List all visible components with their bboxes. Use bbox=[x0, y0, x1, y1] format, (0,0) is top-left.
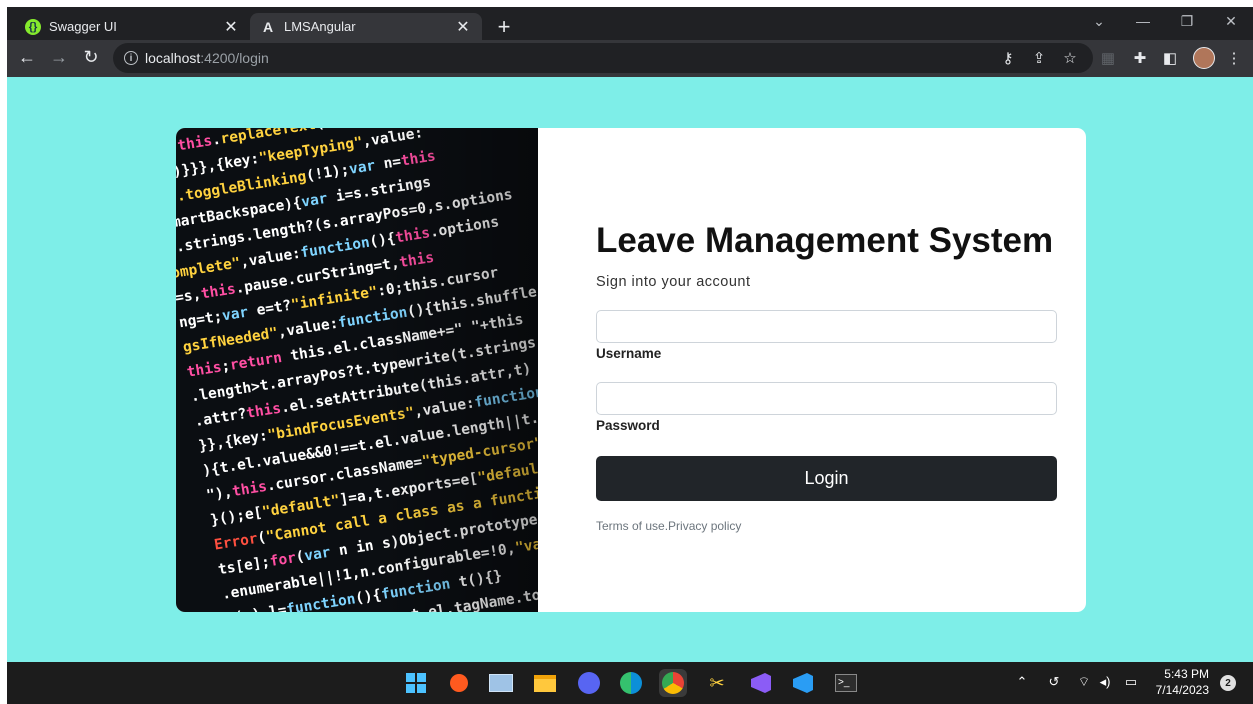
profile-avatar[interactable] bbox=[1193, 47, 1215, 69]
screen: {} Swagger UI ✕ A LMSAngular ✕ + ⌄ — ❐ ✕… bbox=[7, 7, 1253, 704]
side-panel-icon[interactable]: ◧ bbox=[1159, 49, 1181, 67]
edge-icon[interactable] bbox=[617, 669, 645, 697]
windows-taskbar: ✂ >_ ⌃ ↺ ⌔ ◂) ▭ 5:43 PM 7/14/2023 2 bbox=[7, 662, 1253, 704]
wifi-icon[interactable]: ⌔ bbox=[1074, 674, 1094, 690]
menu-kebab-icon[interactable]: ⋮ bbox=[1223, 49, 1245, 67]
tab-title: LMSAngular bbox=[284, 19, 356, 34]
password-input[interactable] bbox=[596, 382, 1057, 415]
extension-app-icon[interactable]: ▦ bbox=[1097, 49, 1119, 67]
start-icon[interactable] bbox=[402, 669, 430, 697]
swagger-icon: {} bbox=[25, 18, 41, 35]
extensions-puzzle-icon[interactable]: ✚ bbox=[1129, 49, 1151, 67]
clock-date: 7/14/2023 bbox=[1155, 683, 1209, 697]
clock-time: 5:43 PM bbox=[1164, 667, 1209, 681]
tab-lmsangular[interactable]: A LMSAngular ✕ bbox=[250, 13, 482, 40]
url-host: localhost bbox=[145, 50, 201, 66]
address-bar[interactable]: i localhost:4200/login bbox=[113, 43, 1093, 73]
username-input[interactable] bbox=[596, 310, 1057, 343]
terminal-icon[interactable]: >_ bbox=[832, 669, 860, 697]
new-tab-button[interactable]: + bbox=[492, 14, 516, 40]
privacy-policy-link[interactable]: Privacy policy bbox=[668, 519, 741, 533]
angular-icon: A bbox=[262, 18, 274, 35]
footer-links: Terms of use.Privacy policy bbox=[596, 519, 741, 533]
login-card: ,e);this.repos,s)}),n)},n)}}) 0),this.re… bbox=[176, 128, 1086, 612]
tab-title: Swagger UI bbox=[49, 19, 117, 34]
system-clock[interactable]: 5:43 PM 7/14/2023 bbox=[1153, 666, 1209, 698]
chrome-icon[interactable] bbox=[659, 669, 687, 697]
password-key-icon[interactable]: ⚷ bbox=[997, 49, 1019, 67]
terms-of-use-link[interactable]: Terms of use. bbox=[596, 519, 668, 533]
battery-icon[interactable]: ▭ bbox=[1121, 674, 1141, 690]
page-title: Leave Management System bbox=[596, 221, 1054, 260]
login-button[interactable]: Login bbox=[596, 456, 1057, 501]
close-icon[interactable]: ✕ bbox=[222, 17, 240, 37]
backup-icon[interactable]: ↺ bbox=[1044, 674, 1064, 690]
photos-icon[interactable] bbox=[487, 669, 515, 697]
vscode-icon[interactable] bbox=[789, 669, 817, 697]
bookmark-star-icon[interactable]: ☆ bbox=[1059, 49, 1081, 67]
visual-studio-icon[interactable] bbox=[747, 669, 775, 697]
dev-tools-icon[interactable]: ✂ bbox=[703, 669, 731, 697]
forward-icon[interactable]: → bbox=[47, 47, 71, 68]
restore-icon[interactable]: ❐ bbox=[1173, 13, 1201, 30]
password-label: Password bbox=[596, 418, 660, 433]
window-close-icon[interactable]: ✕ bbox=[1217, 13, 1245, 30]
notification-badge[interactable]: 2 bbox=[1220, 675, 1236, 691]
close-icon[interactable]: ✕ bbox=[454, 17, 472, 37]
tab-swagger-ui[interactable]: {} Swagger UI ✕ bbox=[15, 13, 250, 40]
volume-icon[interactable]: ◂) bbox=[1095, 674, 1115, 690]
browser-tab-strip: {} Swagger UI ✕ A LMSAngular ✕ + ⌄ — ❐ ✕ bbox=[7, 7, 1253, 40]
back-icon[interactable]: ← bbox=[15, 47, 39, 68]
minimize-icon[interactable]: — bbox=[1129, 13, 1157, 29]
discord-icon[interactable] bbox=[575, 669, 603, 697]
weather-icon[interactable] bbox=[445, 669, 473, 697]
share-icon[interactable]: ⇪ bbox=[1028, 49, 1050, 67]
code-background-image: ,e);this.repos,s)}),n)},n)}}) 0),this.re… bbox=[176, 128, 538, 612]
browser-toolbar: ← → ↻ i localhost:4200/login ⚷ ⇪ ☆ ▦ ✚ ◧… bbox=[7, 40, 1253, 77]
site-info-icon[interactable]: i bbox=[124, 51, 138, 65]
tab-search-icon[interactable]: ⌄ bbox=[1085, 13, 1113, 30]
file-explorer-icon[interactable] bbox=[531, 669, 559, 697]
url-path: :4200/login bbox=[200, 50, 269, 66]
page-background: ,e);this.repos,s)}),n)},n)}}) 0),this.re… bbox=[7, 77, 1253, 662]
reload-icon[interactable]: ↻ bbox=[79, 47, 103, 68]
username-label: Username bbox=[596, 346, 662, 361]
form-subtitle: Sign into your account bbox=[596, 274, 751, 290]
chevron-up-icon[interactable]: ⌃ bbox=[1012, 674, 1032, 690]
